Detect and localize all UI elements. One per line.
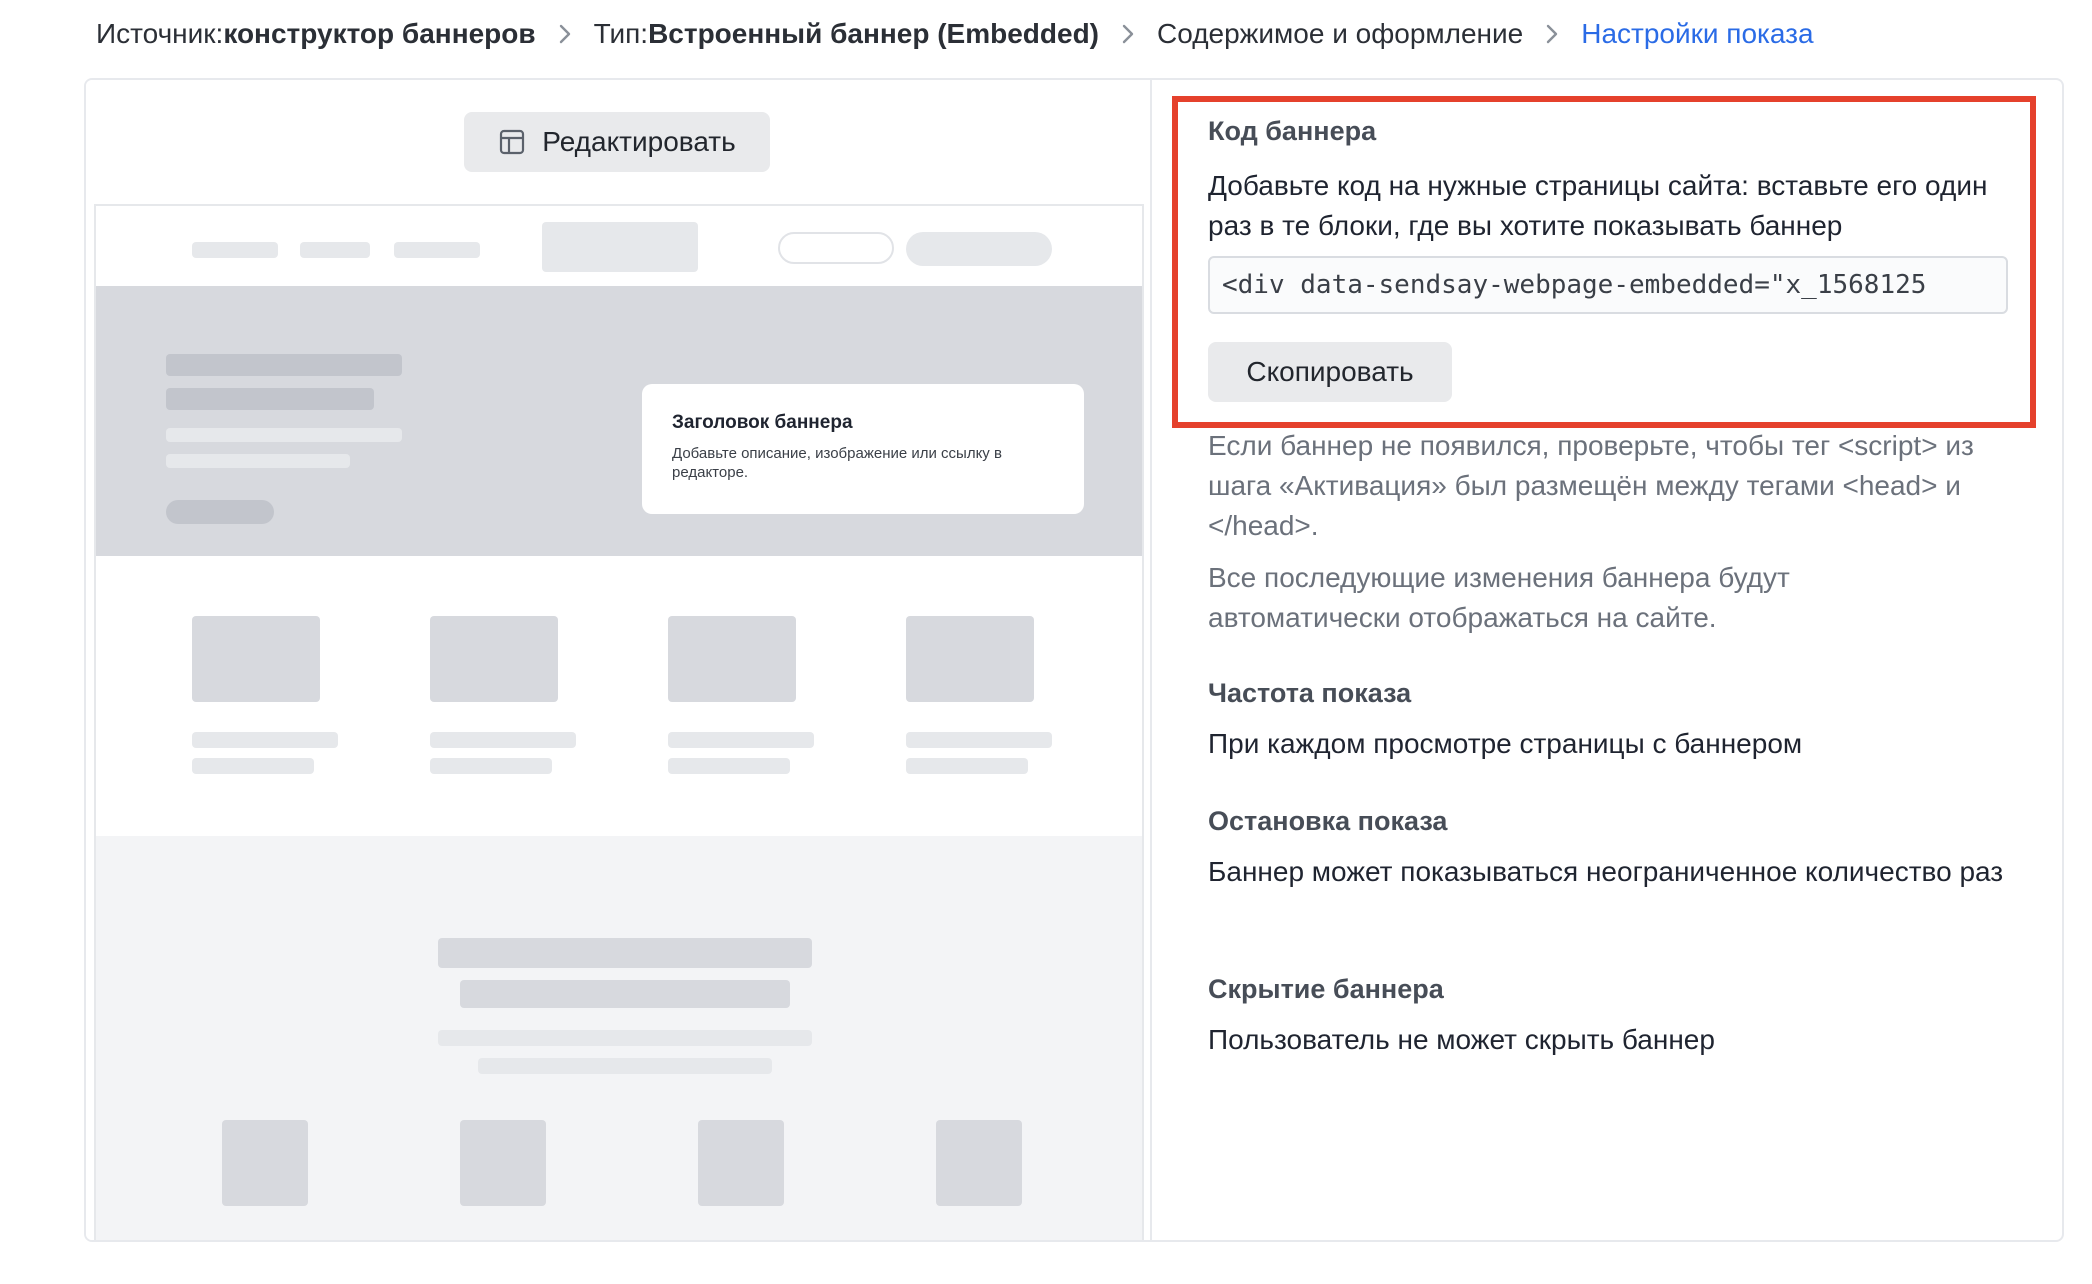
banner-card: Заголовок баннера Добавьте описание, изо… [642,384,1084,514]
page: Источник: конструктор баннеров Тип: Встр… [0,0,2092,1284]
breadcrumb: Источник: конструктор баннеров Тип: Встр… [96,12,1814,56]
placeholder-image [460,1120,546,1206]
placeholder-bar [166,354,402,376]
placeholder-bar [906,758,1028,774]
breadcrumb-display-settings-label: Настройки показа [1581,18,1814,49]
script-placement-note: Если баннер не появился, проверьте, чтоб… [1208,430,1974,541]
placeholder-image [668,616,796,702]
preview-column: Редактировать Заголовок баннера Добавьте… [86,80,1152,1240]
placeholder-bar [192,242,278,258]
copy-button[interactable]: Скопировать [1208,342,1452,402]
placeholder-pill [778,232,894,264]
stop-title: Остановка показа [1208,806,1448,836]
placeholder-bar [668,758,790,774]
code-section-title: Код баннера [1208,116,1377,146]
breadcrumb-item-content[interactable]: Содержимое и оформление [1157,18,1523,50]
preview-hero: Заголовок баннера Добавьте описание, изо… [96,286,1142,556]
banner-preview: Заголовок баннера Добавьте описание, изо… [94,204,1144,1240]
banner-title: Заголовок баннера [672,412,853,433]
settings-column: Код баннера Добавьте код на нужные стран… [1152,80,2062,1240]
chevron-right-icon [1121,23,1135,45]
breadcrumb-item-source[interactable]: Источник: конструктор баннеров [96,18,536,50]
placeholder-bar [192,758,314,774]
placeholder-image [192,616,320,702]
breadcrumb-content-label: Содержимое и оформление [1157,18,1524,49]
placeholder-pill [906,232,1052,266]
placeholder-bar [166,428,402,442]
placeholder-bar [460,980,790,1008]
placeholder-pill [166,500,274,524]
placeholder-image [906,616,1034,702]
placeholder-bar [438,1030,812,1046]
frequency-value: При каждом просмотре страницы с баннером [1208,728,1803,759]
layout-icon [498,128,526,156]
preview-feature-row [96,836,1142,1240]
settings-panel: Редактировать Заголовок баннера Добавьте… [84,78,2064,1242]
placeholder-bar [192,732,338,748]
placeholder-bar [438,938,812,968]
hide-title: Скрытие баннера [1208,974,1444,1004]
placeholder-logo [542,222,698,272]
placeholder-bar [300,242,370,258]
breadcrumb-type-value: Встроенный баннер (Embedded) [648,18,1100,49]
placeholder-bar [166,454,350,468]
breadcrumb-source-value: конструктор баннеров [223,18,536,49]
breadcrumb-source-prefix: Источник: [96,18,224,49]
auto-update-note: Все последующие изменения баннера будут … [1208,562,1790,633]
breadcrumb-type-prefix: Тип: [593,18,649,49]
breadcrumb-item-display-settings[interactable]: Настройки показа [1581,18,1813,50]
placeholder-image [936,1120,1022,1206]
placeholder-bar [166,388,374,410]
placeholder-image [222,1120,308,1206]
placeholder-image [698,1120,784,1206]
preview-product-row [96,556,1142,836]
placeholder-bar [430,758,552,774]
code-section-description: Добавьте код на нужные страницы сайта: в… [1208,170,1988,241]
banner-code-field[interactable]: <div data-sendsay-webpage-embedded="x_15… [1208,256,2008,314]
frequency-title: Частота показа [1208,678,1412,708]
edit-button[interactable]: Редактировать [464,112,770,172]
breadcrumb-item-type[interactable]: Тип: Встроенный баннер (Embedded) [594,18,1099,50]
banner-description: Добавьте описание, изображение или ссылк… [672,445,1002,481]
placeholder-bar [430,732,576,748]
hide-value: Пользователь не может скрыть баннер [1208,1024,1715,1055]
placeholder-bar [906,732,1052,748]
banner-code-value: <div data-sendsay-webpage-embedded="x_15… [1222,270,1927,300]
preview-header [96,206,1142,286]
placeholder-bar [668,732,814,748]
chevron-right-icon [558,23,572,45]
stop-value: Баннер может показываться неограниченное… [1208,856,2004,887]
placeholder-bar [478,1058,772,1074]
placeholder-bar [394,242,480,258]
chevron-right-icon [1545,23,1559,45]
edit-button-label: Редактировать [542,126,736,157]
placeholder-image [430,616,558,702]
